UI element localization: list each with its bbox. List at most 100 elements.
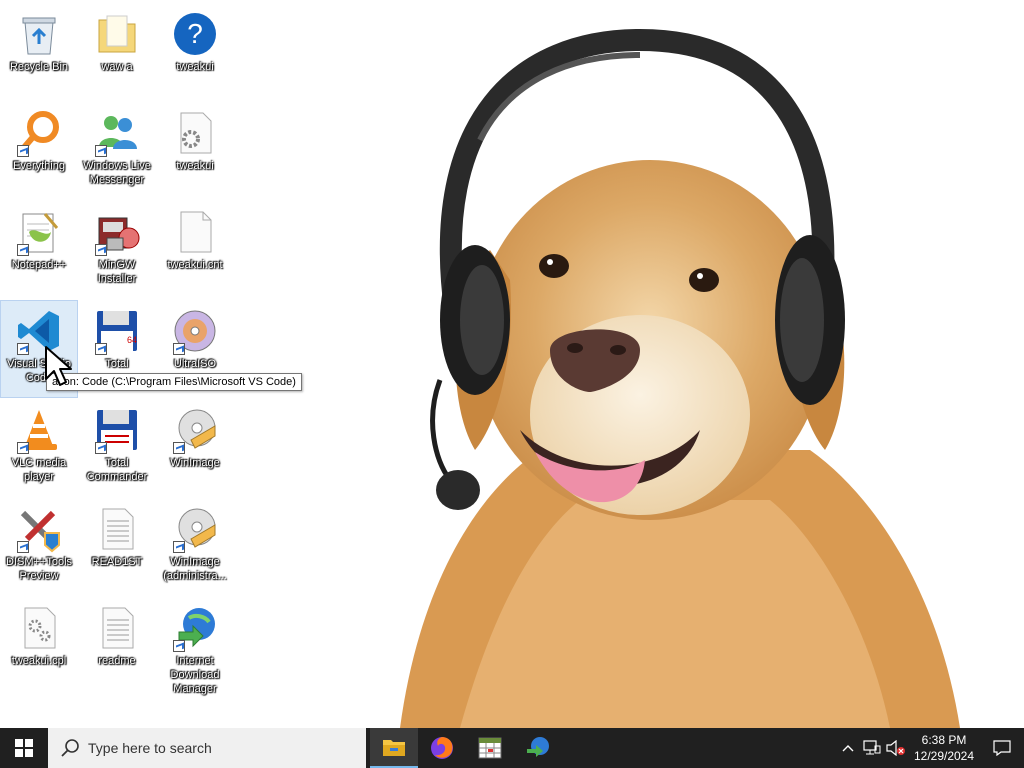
search-icon (61, 739, 79, 757)
firefox-icon (431, 737, 453, 759)
text-file-icon (93, 505, 141, 553)
network-status-button[interactable] (860, 728, 884, 768)
desktop-icon-internet-download-manager[interactable]: Internet Download Manager (157, 598, 233, 695)
windows-logo-icon (15, 739, 33, 757)
search-magnifier-icon (15, 109, 63, 157)
taskbar-spreadsheet-app[interactable] (466, 728, 514, 768)
taskbar: Type here to search 6:38 PM 12/29/2024 (0, 728, 1024, 768)
shortcut-arrow-icon (17, 343, 29, 355)
desktop-icon-label: WinImage (170, 457, 220, 469)
file-explorer-icon (383, 740, 405, 756)
notepadpp-icon (15, 208, 63, 256)
desktop-icon-vlc[interactable]: VLC media player (1, 400, 77, 496)
desktop-icon-read1st[interactable]: READ1ST (79, 499, 155, 595)
control-panel-icon (15, 604, 63, 652)
text-file-icon (93, 604, 141, 652)
desktop-icon-winimage[interactable]: WinImage (157, 400, 233, 496)
desktop-icon-label: Everything (13, 160, 65, 172)
desktop-icon-label: tweakui (176, 160, 214, 172)
shortcut-arrow-icon (95, 145, 107, 157)
desktop-icon-label: Notepad++ (11, 259, 67, 271)
desktop-icon-recycle-bin[interactable]: Recycle Bin (1, 4, 77, 100)
shortcut-arrow-icon (17, 145, 29, 157)
desktop-icon-everything[interactable]: Everything (1, 103, 77, 199)
settings-file-icon (171, 109, 219, 157)
desktop-icon-tweakui-help[interactable]: ? tweakui (157, 4, 233, 100)
action-center-button[interactable] (980, 728, 1024, 768)
desktop-icon-tweakui-settings[interactable]: tweakui (157, 103, 233, 199)
volume-button[interactable] (884, 728, 908, 768)
idm-icon (171, 604, 219, 652)
desktop-icon-label: Total (105, 358, 129, 370)
desktop-icon-total-commander[interactable]: Total Commander (79, 400, 155, 496)
taskbar-clock[interactable]: 6:38 PM 12/29/2024 (908, 732, 980, 764)
shortcut-arrow-icon (17, 541, 29, 553)
shortcut-arrow-icon (95, 244, 107, 256)
floppy-icon: 64 (93, 307, 141, 355)
taskbar-firefox[interactable] (418, 728, 466, 768)
desktop-icon-label: tweakui.cpl (11, 655, 67, 667)
show-hidden-icons-button[interactable] (836, 728, 860, 768)
clock-time: 6:38 PM (921, 733, 967, 747)
desktop-icon-tweakui-cpl[interactable]: tweakui.cpl (1, 598, 77, 694)
desktop-icon-label: Internet Download Manager (170, 655, 220, 695)
network-icon (863, 740, 881, 755)
desktop-icon-label: Windows Live Messenger (83, 160, 151, 186)
desktop-icon-tweakui-cnt[interactable]: tweakui.cnt (157, 202, 233, 298)
taskbar-internet-download-manager[interactable] (514, 728, 562, 768)
start-button[interactable] (0, 728, 48, 768)
search-placeholder: Type here to search (88, 740, 212, 756)
desktop-icon-label: Total Commander (86, 457, 148, 483)
desktop-icon-label: tweakui.cnt (167, 259, 223, 271)
desktop-icon-windows-live-messenger[interactable]: Windows Live Messenger (79, 103, 155, 199)
desktop-icon-notepadpp[interactable]: Notepad++ (1, 202, 77, 298)
shortcut-arrow-icon (173, 541, 185, 553)
installer-icon (93, 208, 141, 256)
desktop-icon-readme[interactable]: readme (79, 598, 155, 694)
messenger-icon (93, 109, 141, 157)
desktop-icon-label: WinImage (administra... (163, 556, 227, 582)
desktop-icon-mingw-installer[interactable]: MinGW Installer (79, 202, 155, 298)
svg-text:64: 64 (127, 335, 137, 345)
desktop-icon-label: readme (98, 655, 136, 667)
disc-icon (171, 307, 219, 355)
taskbar-file-explorer[interactable] (370, 728, 418, 768)
desktop-icon-dism-tools[interactable]: DISM++Tools Preview (1, 499, 77, 595)
desktop[interactable]: Recycle Bin waw a ? tweakui Everything W… (0, 0, 1024, 728)
desktop-icon-winimage-admin[interactable]: WinImage (administra... (157, 499, 233, 595)
shortcut-arrow-icon (173, 442, 185, 454)
desktop-icon-label: waw a (101, 61, 133, 73)
idm-icon (527, 737, 549, 757)
shortcut-arrow-icon (95, 343, 107, 355)
mouse-cursor-icon (45, 346, 72, 386)
clock-date: 12/29/2024 (913, 749, 975, 763)
desktop-icon-label: MinGW Installer (97, 259, 137, 285)
volume-muted-icon (886, 740, 905, 756)
shortcut-arrow-icon (173, 343, 185, 355)
desktop-icon-waw-a[interactable]: waw a (79, 4, 155, 100)
desktop-icon-label: UltraISO (173, 358, 217, 370)
icon-tooltip: ation: Code (C:\Program Files\Microsoft … (46, 373, 302, 391)
blank-file-icon (171, 208, 219, 256)
shortcut-arrow-icon (17, 244, 29, 256)
shortcut-arrow-icon (95, 442, 107, 454)
floppy-icon (93, 406, 141, 454)
spreadsheet-app-icon (478, 737, 502, 759)
tools-icon (15, 505, 63, 553)
shortcut-arrow-icon (17, 442, 29, 454)
winimage-icon (171, 406, 219, 454)
system-tray: 6:38 PM 12/29/2024 (836, 728, 1024, 768)
desktop-icon-label: DISM++Tools Preview (5, 556, 73, 582)
notification-icon (993, 740, 1011, 756)
shortcut-arrow-icon (173, 640, 185, 652)
winimage-icon (171, 505, 219, 553)
chevron-up-icon (842, 745, 854, 752)
desktop-icon-label: Recycle Bin (9, 61, 69, 73)
desktop-icon-label: tweakui (176, 61, 214, 73)
taskbar-search-box[interactable]: Type here to search (48, 728, 366, 768)
desktop-icon-label: READ1ST (91, 556, 143, 568)
recycle-bin-icon (15, 10, 63, 58)
svg-text:?: ? (187, 18, 203, 49)
folder-icon (93, 10, 141, 58)
vlc-icon (15, 406, 63, 454)
